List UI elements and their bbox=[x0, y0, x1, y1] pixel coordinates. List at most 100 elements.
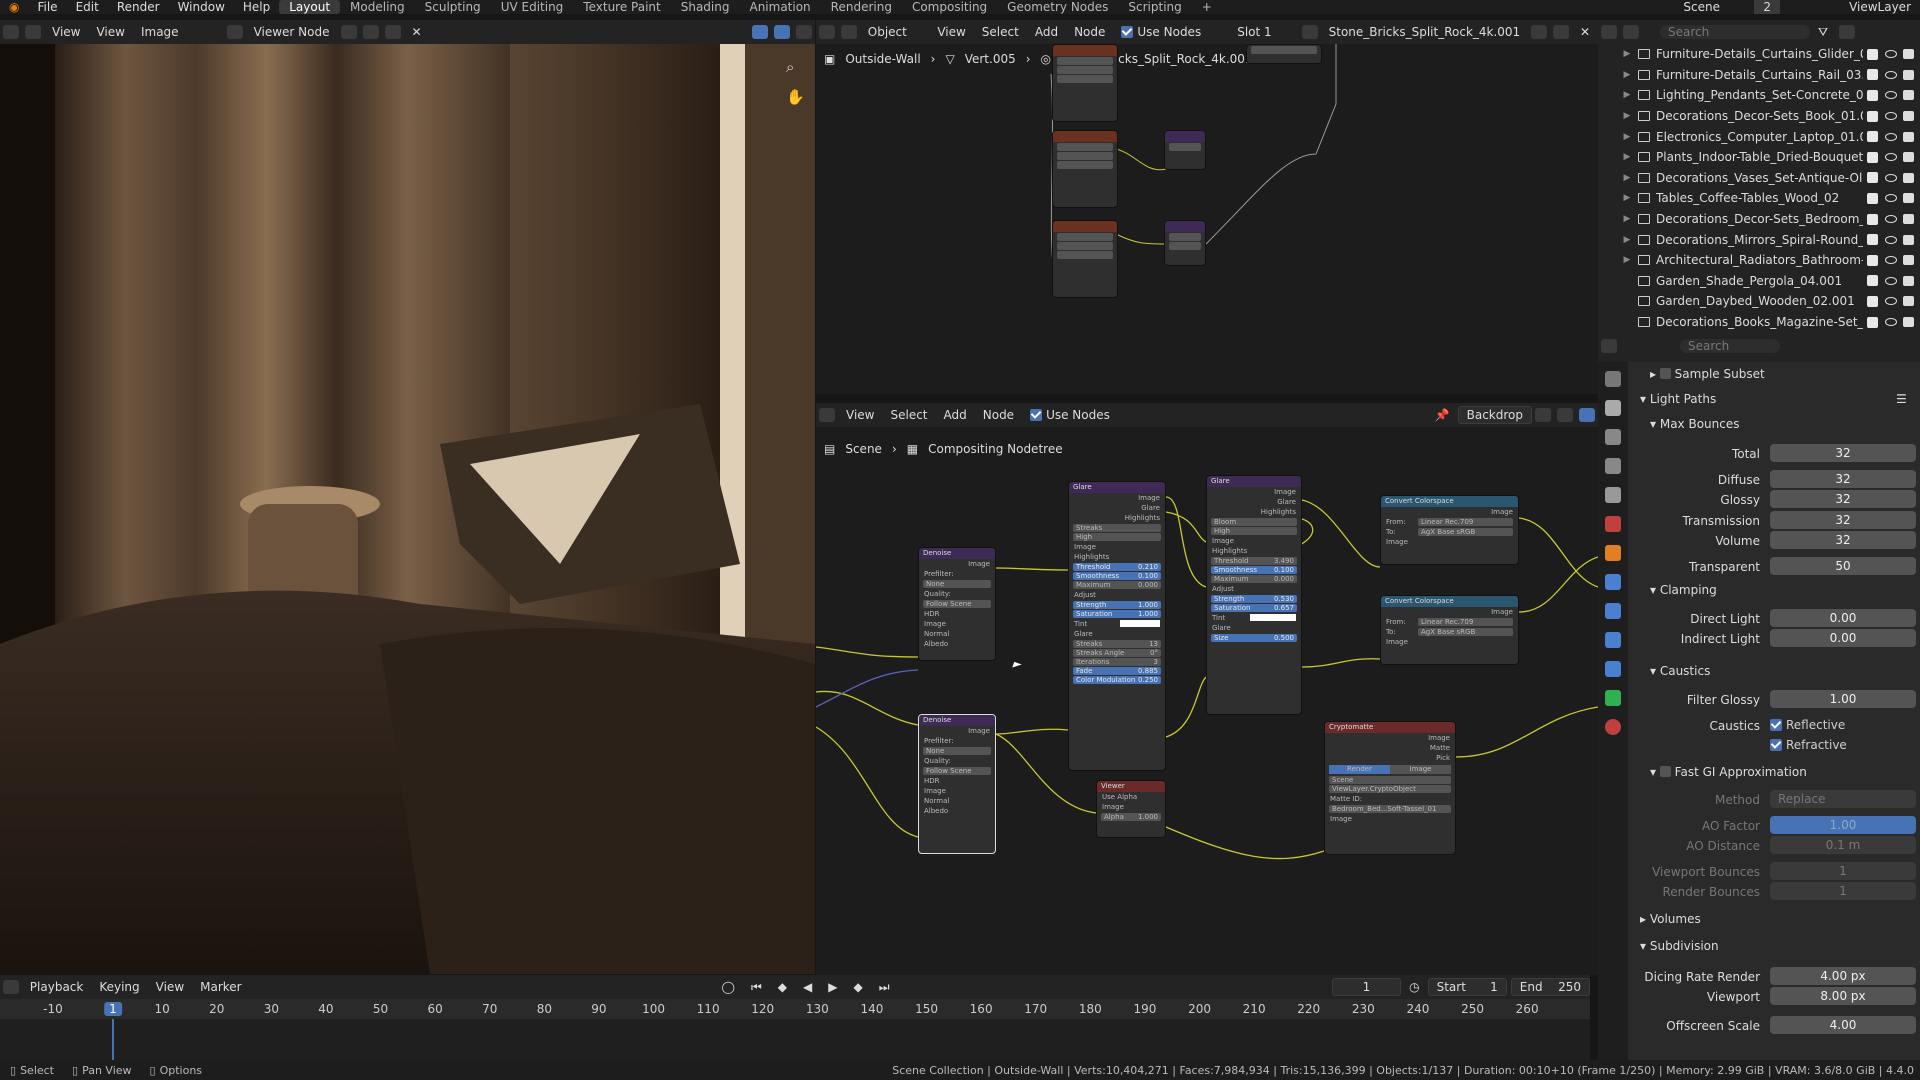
menu-playback[interactable]: Playback bbox=[22, 980, 92, 994]
menu-view[interactable]: View bbox=[88, 25, 132, 39]
end-frame-field[interactable]: End 250 bbox=[1510, 978, 1590, 996]
tab-uv-editing[interactable]: UV Editing bbox=[491, 0, 574, 14]
image-name-field[interactable]: Viewer Node bbox=[246, 25, 338, 39]
editor-type-icon[interactable] bbox=[3, 25, 19, 39]
tab-rendering[interactable]: Rendering bbox=[821, 0, 902, 14]
shader-node[interactable] bbox=[1164, 130, 1206, 170]
render-viewer-image[interactable] bbox=[0, 44, 815, 974]
modifier-tab-icon[interactable] bbox=[1605, 574, 1621, 590]
use-nodes-checkbox[interactable]: Use Nodes bbox=[1022, 408, 1118, 422]
menu-node[interactable]: Node bbox=[975, 408, 1022, 422]
layer-dropdown[interactable]: ViewLayer.CryptoObject bbox=[1329, 785, 1451, 793]
outliner-search-input[interactable]: Search bbox=[1660, 25, 1810, 39]
expand-arrow-icon[interactable]: ▶ bbox=[1620, 152, 1634, 162]
render-camera-icon[interactable] bbox=[1903, 296, 1914, 307]
play-reverse-icon[interactable]: ◀ bbox=[795, 980, 820, 994]
glare-type-dropdown[interactable]: Streaks bbox=[1073, 524, 1161, 532]
smoothness-field[interactable]: Smoothness 0.100 bbox=[1211, 566, 1297, 574]
tint-swatch[interactable] bbox=[1250, 614, 1296, 621]
outliner-row[interactable]: ▶ Decorations_Mirrors_Spiral-Round_01 bbox=[1598, 229, 1920, 250]
tab-layout[interactable]: Layout bbox=[279, 0, 341, 14]
direct-light-field[interactable]: 0.00 bbox=[1770, 609, 1916, 627]
tab-sculpting[interactable]: Sculpting bbox=[415, 0, 491, 14]
denoise-node[interactable]: Denoise Image Prefilter: None Quality: F… bbox=[918, 547, 996, 661]
expand-arrow-icon[interactable]: ▶ bbox=[1620, 132, 1634, 142]
timeline-track-area[interactable] bbox=[0, 1019, 1590, 1060]
outliner-row[interactable]: ▶ Plants_Indoor-Table_Dried-Bouquet_07 bbox=[1598, 147, 1920, 168]
tab-texture-paint[interactable]: Texture Paint bbox=[573, 0, 670, 14]
menu-marker[interactable]: Marker bbox=[192, 980, 249, 994]
eye-icon[interactable] bbox=[1885, 112, 1897, 121]
viewport-dicing-field[interactable]: 8.00 px bbox=[1770, 987, 1916, 1005]
tint-swatch[interactable] bbox=[1120, 620, 1160, 627]
exclude-checkbox[interactable] bbox=[1867, 295, 1878, 307]
eye-icon[interactable] bbox=[1885, 132, 1897, 141]
material-sphere-icon[interactable] bbox=[1301, 25, 1318, 39]
menu-view-mode[interactable]: View bbox=[44, 25, 88, 39]
indirect-light-field[interactable]: 0.00 bbox=[1770, 629, 1916, 647]
to-dropdown[interactable]: AgX Base sRGB bbox=[1418, 528, 1513, 536]
size-field[interactable]: Size 0.500 bbox=[1211, 634, 1297, 642]
diffuse-bounces-field[interactable]: 32 bbox=[1770, 470, 1916, 488]
tab-render[interactable]: Render bbox=[1329, 765, 1390, 774]
fast-gi-section[interactable]: ▾ Fast GI Approximation bbox=[1650, 765, 1807, 779]
overlay-icon[interactable] bbox=[1579, 408, 1595, 422]
menu-select[interactable]: Select bbox=[882, 408, 935, 422]
menu-render[interactable]: Render bbox=[108, 0, 169, 14]
prefilter-dropdown[interactable]: None bbox=[923, 580, 991, 588]
menu-view[interactable]: View bbox=[838, 408, 882, 422]
max-bounces-section[interactable]: ▾ Max Bounces bbox=[1650, 417, 1739, 431]
hdr-checkbox[interactable]: HDR bbox=[924, 776, 940, 786]
reflective-checkbox[interactable]: Reflective bbox=[1770, 718, 1845, 732]
saturation-field[interactable]: Saturation 0.657 bbox=[1211, 604, 1297, 612]
caustics-section[interactable]: ▾ Caustics bbox=[1650, 664, 1710, 678]
view-mode-icon[interactable] bbox=[25, 25, 41, 39]
tab-scripting[interactable]: Scripting bbox=[1118, 0, 1191, 14]
render-camera-icon[interactable] bbox=[1903, 317, 1914, 328]
menu-view[interactable]: View bbox=[148, 980, 192, 994]
material-tab-icon[interactable] bbox=[1605, 719, 1621, 735]
menu-view[interactable]: View bbox=[929, 25, 973, 39]
menu-node[interactable]: Node bbox=[1066, 25, 1113, 39]
start-frame-field[interactable]: Start 1 bbox=[1427, 978, 1507, 996]
maximum-field[interactable]: Maximum 0.000 bbox=[1211, 575, 1297, 583]
current-frame-field[interactable]: 1 bbox=[1331, 978, 1402, 996]
volume-bounces-field[interactable]: 32 bbox=[1770, 531, 1916, 549]
subdivision-section[interactable]: ▾ Subdivision bbox=[1640, 939, 1719, 953]
exclude-checkbox[interactable] bbox=[1867, 89, 1878, 101]
quality-dropdown[interactable]: High bbox=[1073, 533, 1161, 541]
strength-field[interactable]: Strength 1.000 bbox=[1073, 601, 1161, 609]
pan-hand-icon[interactable]: ✋ bbox=[786, 88, 805, 106]
render-tab-icon[interactable] bbox=[1605, 400, 1621, 416]
highlights-section[interactable]: Highlights bbox=[1074, 552, 1109, 562]
render-camera-icon[interactable] bbox=[1903, 49, 1914, 60]
menu-image[interactable]: Image bbox=[133, 25, 187, 39]
outliner-item-name[interactable]: Decorations_Books_Magazine-Set_06.0 bbox=[1656, 315, 1863, 329]
dicing-rate-field[interactable]: 4.00 px bbox=[1770, 967, 1916, 985]
streaks-field[interactable]: Streaks 13 bbox=[1073, 640, 1161, 648]
image-browse-icon[interactable] bbox=[226, 25, 243, 39]
render-camera-icon[interactable] bbox=[1903, 255, 1914, 266]
shader-node[interactable] bbox=[1052, 130, 1118, 208]
outliner-row[interactable]: ▶ Lighting_Pendants_Set-Concrete_01 bbox=[1598, 85, 1920, 106]
outliner-row[interactable]: ▶ Tables_Coffee-Tables_Wood_02 bbox=[1598, 188, 1920, 209]
quality-dropdown[interactable]: Follow Scene bbox=[923, 767, 991, 775]
display-channels-icon[interactable] bbox=[796, 25, 812, 39]
frame-ruler[interactable]: -10 1 10 20 30 40 50 60 70 80 90 100 110 120 130 140 150… bbox=[0, 999, 1590, 1019]
menu-add[interactable]: Add bbox=[936, 408, 975, 422]
eye-icon[interactable] bbox=[1885, 153, 1897, 162]
auto-keying-icon[interactable]: ◯ bbox=[714, 980, 743, 994]
shader-node[interactable] bbox=[1164, 220, 1206, 266]
expand-arrow-icon[interactable]: ▶ bbox=[1620, 173, 1634, 183]
outliner-row[interactable]: Garden_Shade_Pergola_04.001 bbox=[1598, 271, 1920, 292]
menu-help[interactable]: Help bbox=[234, 0, 279, 14]
expand-arrow-icon[interactable]: ▶ bbox=[1620, 193, 1634, 203]
editor-type-icon[interactable] bbox=[1601, 339, 1617, 353]
outliner-row[interactable]: ▶ Electronics_Computer_Laptop_01.001 bbox=[1598, 126, 1920, 147]
particles-tab-icon[interactable] bbox=[1605, 603, 1621, 619]
menu-select[interactable]: Select bbox=[974, 25, 1027, 39]
outliner-item-name[interactable]: Decorations_Mirrors_Spiral-Round_01 bbox=[1656, 233, 1863, 247]
glare-node[interactable]: Glare Image Glare Highlights Bloom High … bbox=[1206, 475, 1302, 715]
viewport-bounces-field[interactable]: 1 bbox=[1770, 862, 1916, 880]
exclude-checkbox[interactable] bbox=[1867, 316, 1878, 328]
